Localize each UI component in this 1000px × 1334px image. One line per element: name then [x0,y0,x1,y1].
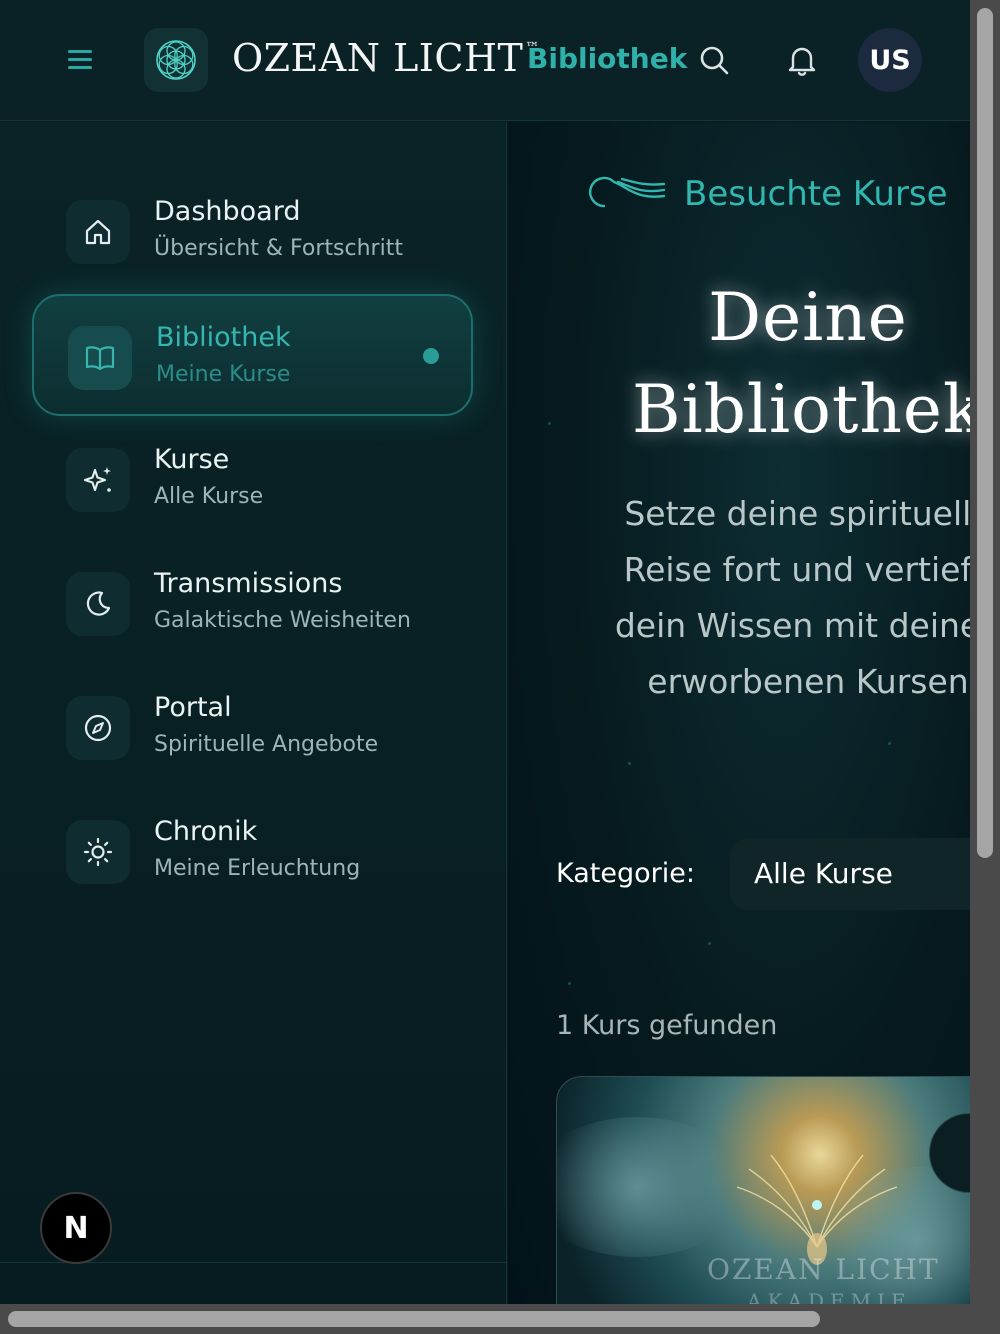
horizontal-scrollbar[interactable] [0,1304,1000,1334]
section-eyebrow-label: Besuchte Kurse [684,174,948,214]
moon-icon [66,572,130,636]
current-section-link[interactable]: Bibliothek [527,42,687,75]
compass-icon [66,696,130,760]
sidebar-item-kurse[interactable]: Kurse Alle Kurse [32,418,473,540]
course-watermark: OZEAN LICHT [707,1253,940,1286]
top-bar: OZEAN LICHT ™ Bibliothek US [0,0,970,121]
category-select[interactable]: Alle Kurse [730,838,970,910]
course-card[interactable]: OZEAN LICHT AKADEMIE [556,1076,970,1304]
dev-tools-badge[interactable]: N [40,1192,112,1264]
user-avatar[interactable]: US [858,28,922,92]
sidebar-item-title: Chronik [154,816,258,847]
sparkles-icon [66,448,130,512]
section-eyebrow: Besuchte Kurse [584,174,948,214]
background-star [548,422,551,425]
page-title: Deine Bibliothek [632,279,970,448]
logo[interactable] [144,28,208,92]
sidebar-item-subtitle: Galaktische Weisheiten [154,608,411,633]
background-star [568,982,571,985]
sidebar-item-transmissions[interactable]: Transmissions Galaktische Weisheiten [32,542,473,664]
sidebar-item-subtitle: Spirituelle Angebote [154,732,379,757]
brand-text: OZEAN LICHT [232,36,524,80]
sun-icon [66,820,130,884]
bell-icon[interactable] [782,40,822,80]
category-filter-label: Kategorie: [556,858,695,889]
sidebar-item-subtitle: Übersicht & Fortschritt [154,236,403,261]
sidebar-item-subtitle: Meine Erleuchtung [154,856,361,881]
background-star [628,762,631,765]
sidebar-item-subtitle: Alle Kurse [154,484,264,509]
flower-of-life-icon [156,40,196,80]
sidebar-item-title: Dashboard [154,196,301,227]
result-count: 1 Kurs gefunden [556,1010,778,1041]
vertical-scrollbar-thumb[interactable] [977,8,993,858]
background-star [708,942,711,945]
hamburger-menu-icon[interactable] [62,44,98,76]
sidebar-item-title: Transmissions [154,568,343,599]
background-star [888,742,891,745]
page-description: Setze deine spirituelle Reise fort und v… [614,494,970,701]
sidebar-item-subtitle: Meine Kurse [156,362,291,387]
horizontal-scrollbar-thumb[interactable] [8,1311,820,1327]
main-content: Besuchte Kurse Deine Bibliothek Setze de… [508,122,970,1304]
sidebar-item-chronik[interactable]: Chronik Meine Erleuchtung [32,790,473,912]
home-icon [66,200,130,264]
book-icon [68,326,132,390]
sidebar-item-bibliothek[interactable]: Bibliothek Meine Kurse [32,294,473,416]
course-watermark-sub: AKADEMIE [747,1289,912,1304]
sidebar-item-title: Portal [154,692,232,723]
vertical-scrollbar[interactable] [970,0,1000,1304]
sidebar-item-portal[interactable]: Portal Spirituelle Angebote [32,666,473,788]
course-image-cloud [557,1117,747,1257]
wave-icon [589,176,666,208]
brand-name: OZEAN LICHT ™ [232,36,540,80]
sidebar-item-title: Kurse [154,444,230,475]
sidebar-item-dashboard[interactable]: Dashboard Übersicht & Fortschritt [32,170,473,292]
sidebar-item-title: Bibliothek [156,322,291,353]
search-icon[interactable] [694,40,734,80]
active-indicator-dot [423,348,439,364]
app-viewport: OZEAN LICHT ™ Bibliothek US Dashboard Übe… [0,0,970,1304]
sidebar: Dashboard Übersicht & Fortschritt Biblio… [0,122,507,1304]
